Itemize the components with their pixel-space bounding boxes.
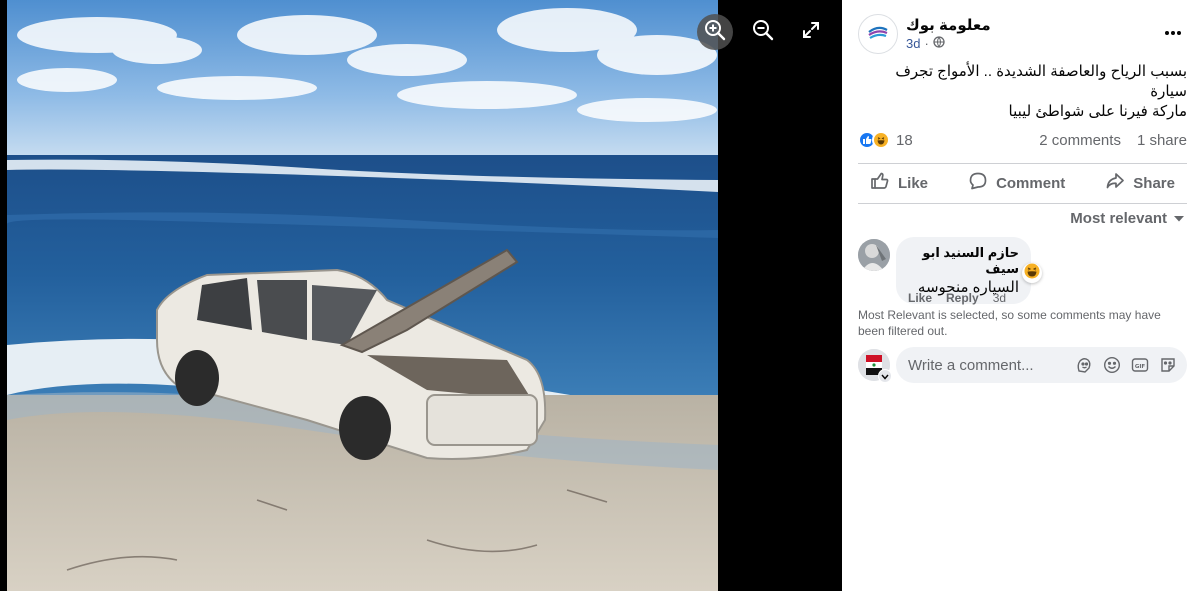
filter-note: Most Relevant is selected, so some comme… <box>858 308 1161 338</box>
composer-icons: GIF <box>1074 356 1177 375</box>
svg-text:GIF: GIF <box>1134 364 1145 370</box>
post-text: بسبب الرياح والعاصفة الشديدة .. الأمواج … <box>856 62 1187 122</box>
post-header: معلومة بوك 3d · <box>858 14 1189 56</box>
page-logo <box>867 23 889 45</box>
share-icon <box>1105 171 1125 195</box>
commenter-avatar[interactable] <box>858 239 890 271</box>
chevron-down-icon <box>881 367 889 385</box>
haha-reaction-icon <box>1024 263 1040 284</box>
post-text-line: ماركة فيرنا على شواطئ ليبيا <box>1008 103 1187 120</box>
comments-count-link[interactable]: 2 comments <box>1039 132 1121 149</box>
comment-button[interactable]: Comment <box>956 165 1077 201</box>
comment-input-wrapper: GIF <box>896 347 1187 383</box>
zoom-in-icon <box>704 19 726 46</box>
car-on-beach-image <box>7 0 718 591</box>
meta-separator: · <box>924 36 929 51</box>
comment-label: Comment <box>996 174 1066 192</box>
fullscreen-icon <box>801 20 821 45</box>
divider <box>858 203 1187 204</box>
more-icon <box>1164 16 1182 41</box>
comment-reply-link[interactable]: Reply <box>946 291 979 305</box>
post-meta: 3d · <box>906 36 945 51</box>
comment-reaction-badge[interactable] <box>1022 263 1042 283</box>
page-name[interactable]: معلومة بوك <box>906 16 991 34</box>
zoom-out-icon <box>752 19 774 46</box>
comment-icon <box>968 171 988 195</box>
post-time[interactable]: 3d <box>906 36 920 51</box>
comment-input[interactable] <box>908 356 1074 374</box>
globe-icon <box>933 36 945 51</box>
haha-reaction-icon <box>872 131 890 149</box>
reactions-summary[interactable]: 18 <box>858 131 913 149</box>
comment-time[interactable]: 3d <box>993 291 1006 305</box>
divider <box>858 163 1187 164</box>
profile-switch-chevron[interactable] <box>878 369 892 383</box>
shares-count-link[interactable]: 1 share <box>1137 132 1187 149</box>
share-label: Share <box>1133 174 1175 192</box>
engagement-counts: 2 comments 1 share <box>1039 132 1187 149</box>
fullscreen-button[interactable] <box>793 14 829 50</box>
sort-label: Most relevant <box>1070 210 1167 227</box>
comment-author[interactable]: حازم السنيد ابو سيف <box>908 245 1019 277</box>
post-photo[interactable] <box>7 0 718 591</box>
share-button[interactable]: Share <box>1093 165 1187 201</box>
photo-viewer <box>0 0 842 591</box>
viewer-toolbar <box>697 14 829 50</box>
comment-composer: GIF <box>858 347 1187 383</box>
comment-like-link[interactable]: Like <box>908 291 932 305</box>
more-options-button[interactable] <box>1157 22 1189 42</box>
sticker-icon[interactable] <box>1158 356 1177 375</box>
gif-icon[interactable]: GIF <box>1130 356 1149 375</box>
zoom-in-button[interactable] <box>697 14 733 50</box>
reaction-count: 18 <box>896 131 913 149</box>
page-avatar[interactable] <box>858 14 898 54</box>
caret-down-icon <box>1173 210 1185 227</box>
post-actions: Like Comment Share <box>858 165 1187 201</box>
emoji-icon[interactable] <box>1102 356 1121 375</box>
zoom-out-button[interactable] <box>745 14 781 50</box>
like-button[interactable]: Like <box>858 165 940 201</box>
post-panel: معلومة بوك 3d · بسبب الرياح والعاصفة الش… <box>842 0 1201 591</box>
thumbs-up-icon <box>870 171 890 195</box>
avatar-sticker-icon[interactable] <box>1074 356 1093 375</box>
post-text-line: بسبب الرياح والعاصفة الشديدة .. الأمواج … <box>895 63 1187 100</box>
like-label: Like <box>898 174 929 192</box>
comment-actions: Like Reply 3d <box>908 291 1006 305</box>
post-stats: 18 2 comments 1 share <box>858 131 1187 153</box>
comment-sort-dropdown[interactable]: Most relevant <box>1070 210 1185 227</box>
